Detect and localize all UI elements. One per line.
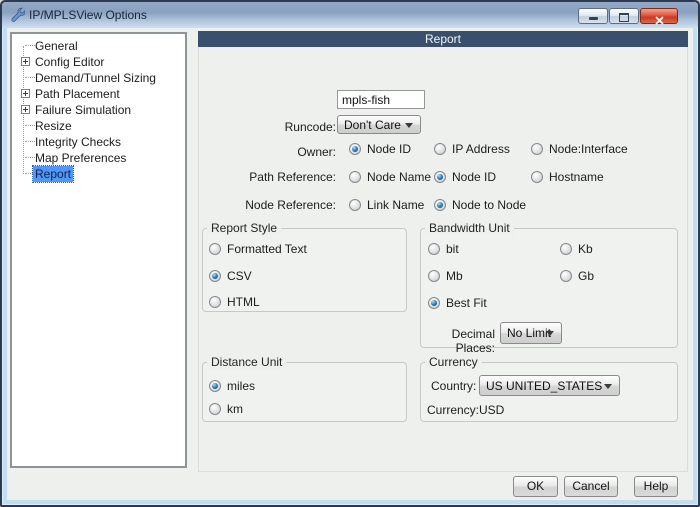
tree-item-label: Resize: [35, 118, 72, 134]
maximize-button[interactable]: [609, 8, 639, 24]
radio-label: Kb: [578, 243, 593, 256]
currency-value: USD: [479, 403, 504, 417]
radio-label: Node ID: [367, 143, 411, 156]
report-style-group: Report Style Formatted Text CSV HTML: [202, 228, 407, 312]
maximize-icon: [619, 13, 629, 22]
tree-item-label: Failure Simulation: [35, 102, 131, 118]
radio-icon: [349, 143, 361, 155]
tree-item-label: General: [35, 38, 78, 54]
close-button[interactable]: [640, 8, 678, 24]
radio-icon: [428, 270, 440, 282]
runcode-label: Runcode:: [157, 118, 336, 137]
minimize-icon: [589, 17, 598, 20]
wrench-icon: [9, 7, 25, 23]
radio-icon: [209, 403, 221, 415]
radio-icon: [434, 199, 446, 211]
currency-group-title: Currency: [425, 355, 482, 369]
owner-dropdown-value: Don't Care: [344, 116, 401, 133]
cancel-button[interactable]: Cancel: [564, 476, 618, 497]
window-title: IP/MPLSView Options: [29, 8, 147, 22]
tree-item-label: Map Preferences: [35, 150, 126, 166]
owner-label: Owner:: [157, 143, 336, 162]
radio-label: Node:Interface: [549, 143, 628, 156]
radio-icon: [531, 143, 543, 155]
report-style-group-title: Report Style: [207, 221, 281, 235]
radio-label: miles: [227, 380, 255, 393]
radio-label: HTML: [227, 296, 260, 309]
radio-label: Formatted Text: [227, 243, 307, 256]
panel-header: Report: [198, 31, 688, 47]
radio-label: Node to Node: [452, 199, 526, 212]
tree-item-label: Config Editor: [35, 54, 104, 70]
currency-label: Currency:: [427, 403, 479, 417]
tree-item-label: Path Placement: [35, 86, 120, 102]
radio-icon: [531, 171, 543, 183]
decimal-places-label: Decimal Places:: [421, 327, 495, 355]
radio-label: Hostname: [549, 171, 604, 184]
decimal-places-dropdown[interactable]: No Limit: [500, 322, 562, 344]
tree-item-demand-tunnel-sizing[interactable]: Demand/Tunnel Sizing: [14, 70, 183, 86]
path-reference-label: Path Reference:: [157, 171, 336, 184]
dialog-content: General Config Editor Demand/Tunnel Sizi…: [7, 28, 693, 500]
titlebar[interactable]: IP/MPLSView Options: [2, 2, 698, 28]
distance-unit-group-title: Distance Unit: [207, 355, 286, 369]
tree-item-label: Integrity Checks: [35, 134, 121, 150]
expand-plus-icon[interactable]: [21, 105, 30, 114]
help-button[interactable]: Help: [634, 476, 678, 497]
country-dropdown-value: US UNITED_STATES: [486, 376, 602, 395]
radio-icon: [560, 270, 572, 282]
distance-unit-group: Distance Unit miles km: [202, 362, 407, 422]
bandwidth-unit-group-title: Bandwidth Unit: [425, 221, 514, 235]
currency-group: Currency Country: US UNITED_STATES Curre…: [420, 362, 678, 422]
runcode-input[interactable]: [337, 90, 425, 109]
country-label: Country:: [431, 379, 476, 393]
expand-plus-icon[interactable]: [21, 89, 30, 98]
radio-icon: [560, 243, 572, 255]
chevron-down-icon: [405, 123, 413, 128]
radio-label: Node ID: [452, 171, 496, 184]
owner-dropdown[interactable]: Don't Care: [337, 115, 421, 134]
radio-label: Link Name: [367, 199, 424, 212]
radio-label: Node Name: [367, 171, 431, 184]
radio-icon: [434, 143, 446, 155]
radio-icon: [428, 297, 440, 309]
radio-label: km: [227, 403, 243, 416]
tree-item-failure-simulation[interactable]: Failure Simulation: [14, 102, 183, 118]
radio-icon: [209, 380, 221, 392]
tree-item-label: Report: [33, 166, 73, 182]
radio-icon: [428, 243, 440, 255]
options-dialog: IP/MPLSView Options General: [0, 0, 700, 507]
tree-item-general[interactable]: General: [14, 38, 183, 54]
radio-icon: [434, 171, 446, 183]
radio-label: bit: [446, 243, 459, 256]
expand-plus-icon[interactable]: [21, 57, 30, 66]
tree-item-path-placement[interactable]: Path Placement: [14, 86, 183, 102]
bandwidth-unit-group: Bandwidth Unit bit Kb Mb Gb: [420, 228, 678, 348]
tree-item-config-editor[interactable]: Config Editor: [14, 54, 183, 70]
chevron-down-icon: [546, 331, 554, 336]
radio-label: Gb: [578, 270, 594, 283]
options-tree: General Config Editor Demand/Tunnel Sizi…: [10, 32, 187, 468]
radio-icon: [209, 296, 221, 308]
radio-label: Mb: [446, 270, 463, 283]
decimal-places-value: No Limit: [507, 323, 551, 343]
country-dropdown[interactable]: US UNITED_STATES: [479, 375, 620, 396]
radio-icon: [349, 199, 361, 211]
node-reference-label: Node Reference:: [157, 199, 336, 212]
radio-label: IP Address: [452, 143, 510, 156]
radio-icon: [209, 243, 221, 255]
radio-label: CSV: [227, 270, 252, 283]
tree-item-label: Demand/Tunnel Sizing: [35, 70, 156, 86]
radio-icon: [349, 171, 361, 183]
minimize-button[interactable]: [578, 8, 608, 24]
chevron-down-icon: [604, 384, 612, 389]
window-frame: IP/MPLSView Options General: [2, 2, 698, 505]
radio-icon: [209, 270, 221, 282]
radio-label: Best Fit: [446, 297, 487, 310]
ok-button[interactable]: OK: [513, 476, 558, 497]
